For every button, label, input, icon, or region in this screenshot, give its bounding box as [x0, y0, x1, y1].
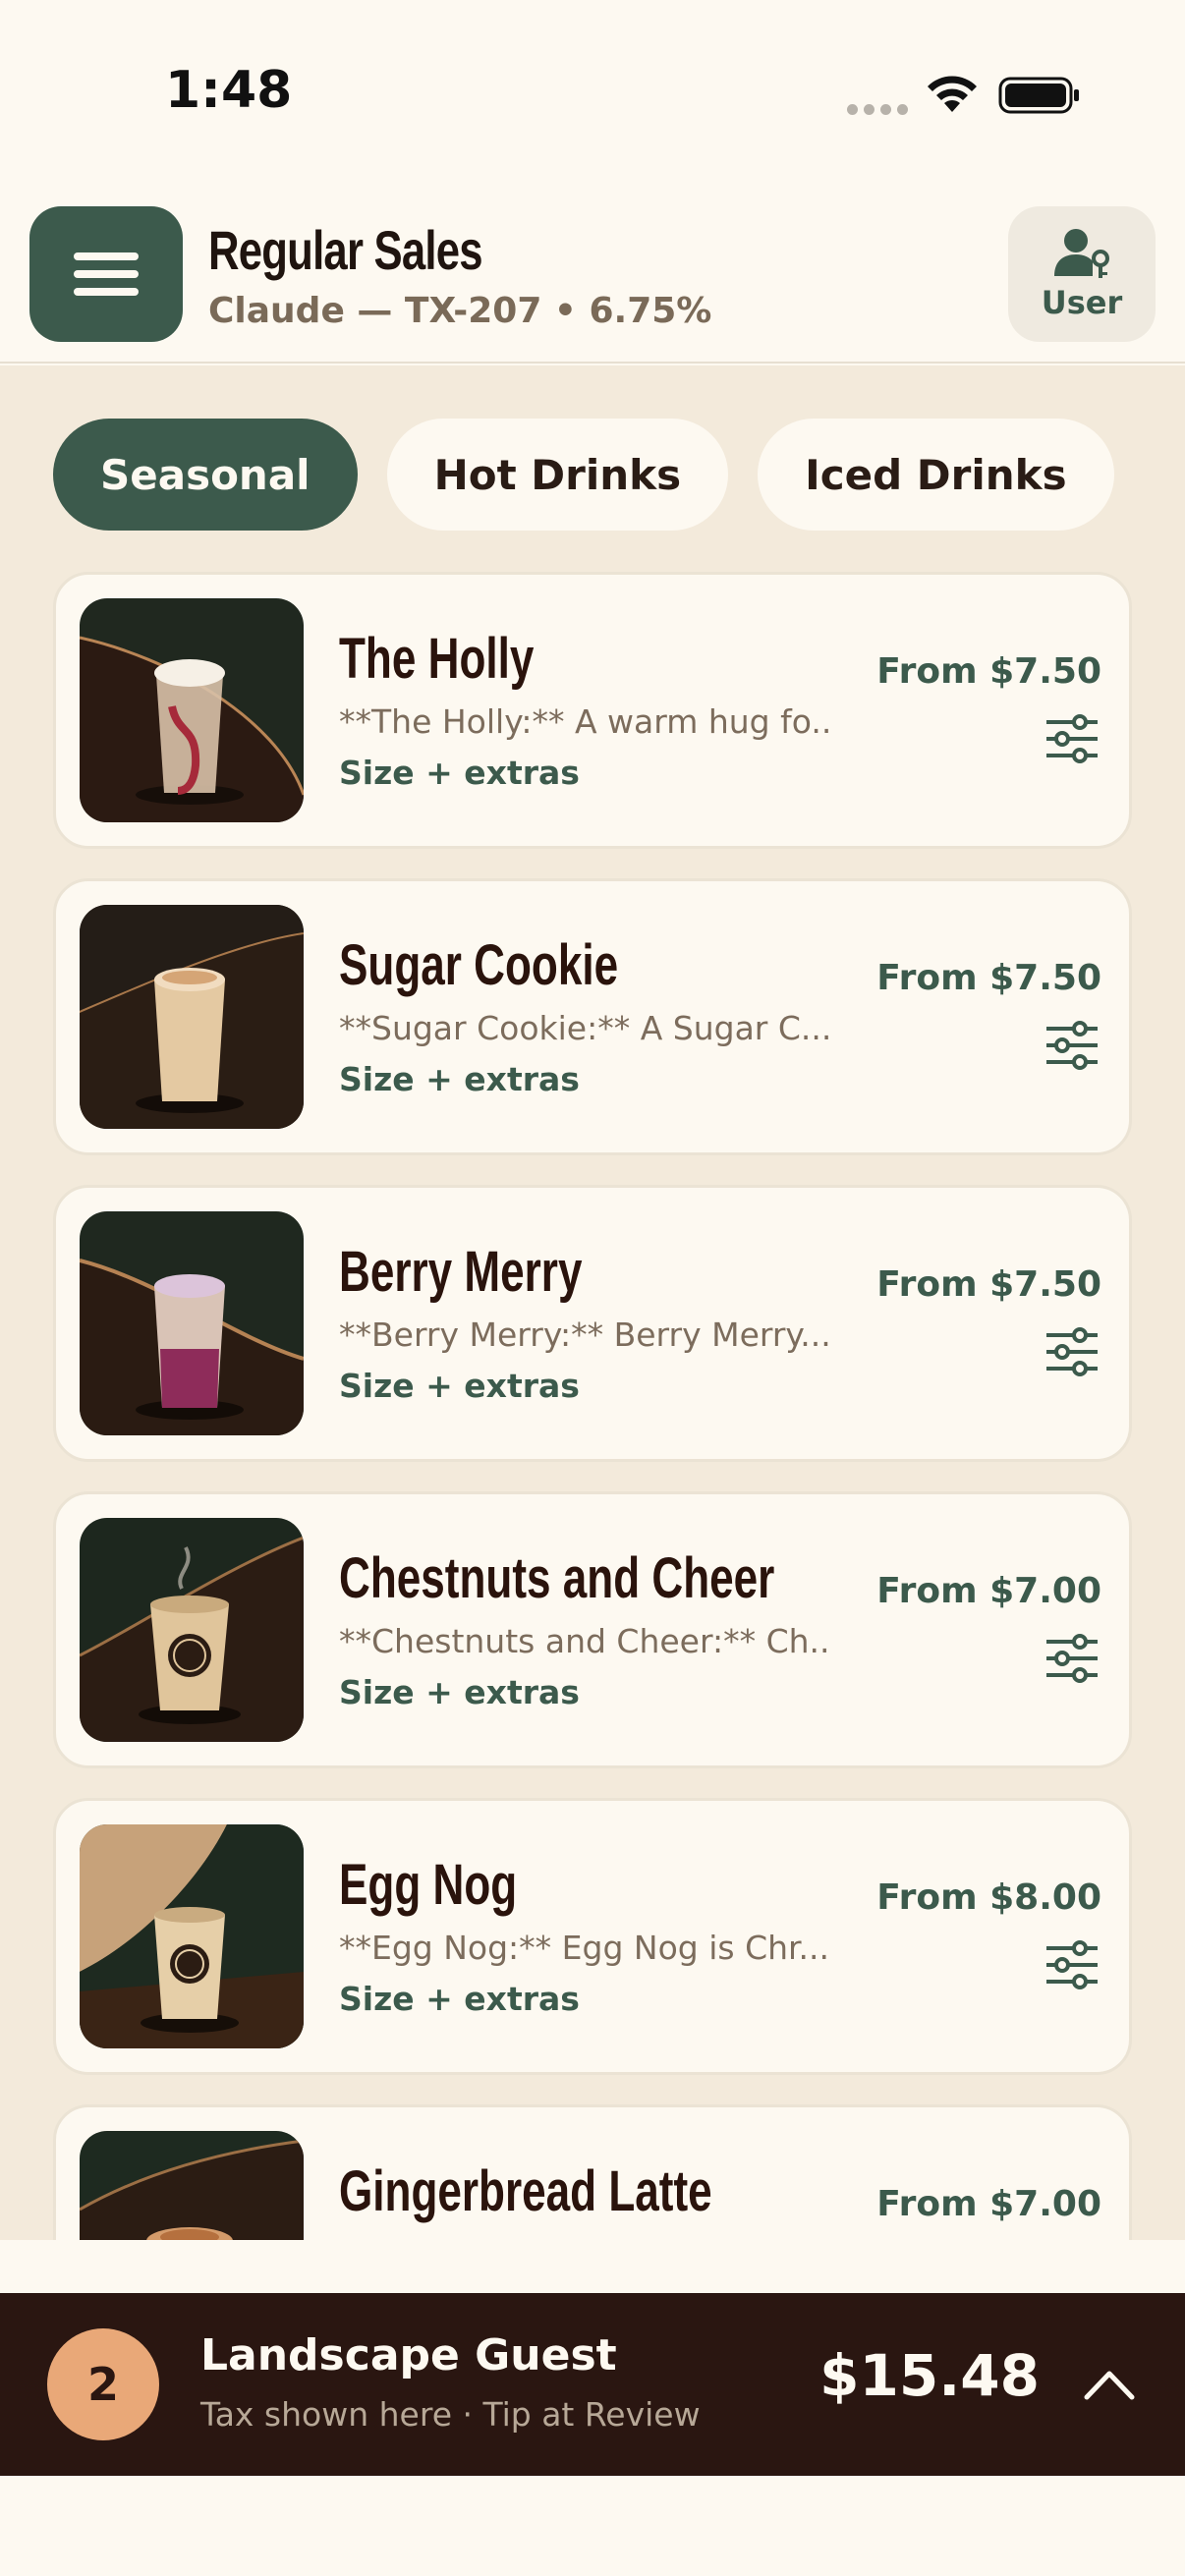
product-name: Egg Nog	[339, 1853, 518, 1917]
status-bar: 1:48	[0, 0, 1185, 196]
user-key-icon	[1054, 229, 1109, 278]
product-description: **Egg Nog:** Egg Nog is Chr...	[339, 1929, 830, 1967]
cart-note: Tax shown here · Tip at Review	[200, 2395, 701, 2434]
product-list: The Holly **The Holly:** A warm hug fo..…	[53, 572, 1132, 2240]
product-card[interactable]: Berry Merry **Berry Merry:** Berry Merry…	[53, 1185, 1132, 1462]
product-extras: Size + extras	[339, 1367, 580, 1405]
product-price: From $7.50	[876, 958, 1101, 998]
product-description: **The Holly:** A warm hug fo...	[339, 702, 830, 741]
product-name: Sugar Cookie	[339, 933, 619, 997]
tab-seasonal[interactable]: Seasonal	[53, 419, 358, 531]
user-label: User	[1041, 284, 1123, 321]
options-sliders-icon[interactable]	[1044, 1634, 1100, 1683]
user-button[interactable]: User	[1008, 206, 1156, 342]
product-card[interactable]: Egg Nog **Egg Nog:** Egg Nog is Chr... S…	[53, 1798, 1132, 2075]
options-sliders-icon[interactable]	[1044, 1021, 1100, 1070]
product-name: Gingerbread Latte	[339, 2159, 712, 2223]
wifi-icon	[928, 76, 977, 112]
status-time: 1:48	[165, 61, 293, 120]
options-sliders-icon[interactable]	[1044, 714, 1100, 763]
product-extras: Size + extras	[339, 1060, 580, 1098]
product-price: From $7.50	[876, 651, 1101, 692]
signal-icon	[847, 104, 908, 115]
product-price: From $7.00	[876, 2184, 1101, 2224]
product-description: **Berry Merry:** Berry Merry...	[339, 1316, 830, 1354]
register-info: Claude — TX-207 • 6.75%	[208, 291, 712, 331]
product-image	[80, 1211, 304, 1435]
tab-hot-drinks[interactable]: Hot Drinks	[386, 419, 729, 531]
options-sliders-icon[interactable]	[1044, 1940, 1100, 1989]
cart-bar[interactable]: 2 Landscape Guest Tax shown here · Tip a…	[0, 2293, 1185, 2476]
app-screen: 1:48 Regular Sales Claude — TX-207 • 6.7…	[0, 0, 1185, 2576]
tab-iced-drinks[interactable]: Iced Drinks	[758, 419, 1114, 531]
category-tabs: Seasonal Hot Drinks Iced Drinks	[53, 419, 1132, 531]
header: Regular Sales Claude — TX-207 • 6.75% Us…	[0, 196, 1185, 364]
product-image	[80, 1518, 304, 1742]
product-description: **Sugar Cookie:** A Sugar C...	[339, 1009, 830, 1047]
product-image	[80, 905, 304, 1129]
product-card[interactable]: The Holly **The Holly:** A warm hug fo..…	[53, 572, 1132, 849]
product-description: **Chestnuts and Cheer:** Ch...	[339, 1622, 830, 1660]
product-image	[80, 598, 304, 822]
product-price: From $7.50	[876, 1264, 1101, 1305]
chevron-up-icon[interactable]	[1077, 2356, 1142, 2413]
product-card[interactable]: Gingerbread Latte From $7.00	[53, 2104, 1132, 2240]
product-extras: Size + extras	[339, 1673, 580, 1711]
guest-name: Landscape Guest	[200, 2330, 617, 2380]
product-image	[80, 2131, 304, 2240]
hamburger-icon	[74, 252, 139, 296]
cart-count-badge: 2	[47, 2328, 159, 2440]
product-card[interactable]: Chestnuts and Cheer **Chestnuts and Chee…	[53, 1491, 1132, 1768]
product-price: From $8.00	[876, 1877, 1101, 1918]
product-price: From $7.00	[876, 1571, 1101, 1611]
menu-button[interactable]	[29, 206, 183, 342]
cart-total: $15.48	[819, 2342, 1040, 2409]
product-extras: Size + extras	[339, 1980, 580, 2018]
menu-area: Seasonal Hot Drinks Iced Drinks The Holl…	[0, 365, 1185, 2240]
product-extras: Size + extras	[339, 754, 580, 792]
product-name: Chestnuts and Cheer	[339, 1546, 775, 1610]
product-card[interactable]: Sugar Cookie **Sugar Cookie:** A Sugar C…	[53, 878, 1132, 1155]
page-title: Regular Sales	[208, 219, 483, 281]
options-sliders-icon[interactable]	[1044, 1327, 1100, 1376]
product-image	[80, 1824, 304, 2048]
battery-icon	[998, 77, 1079, 114]
product-name: Berry Merry	[339, 1240, 583, 1304]
product-name: The Holly	[339, 627, 535, 691]
